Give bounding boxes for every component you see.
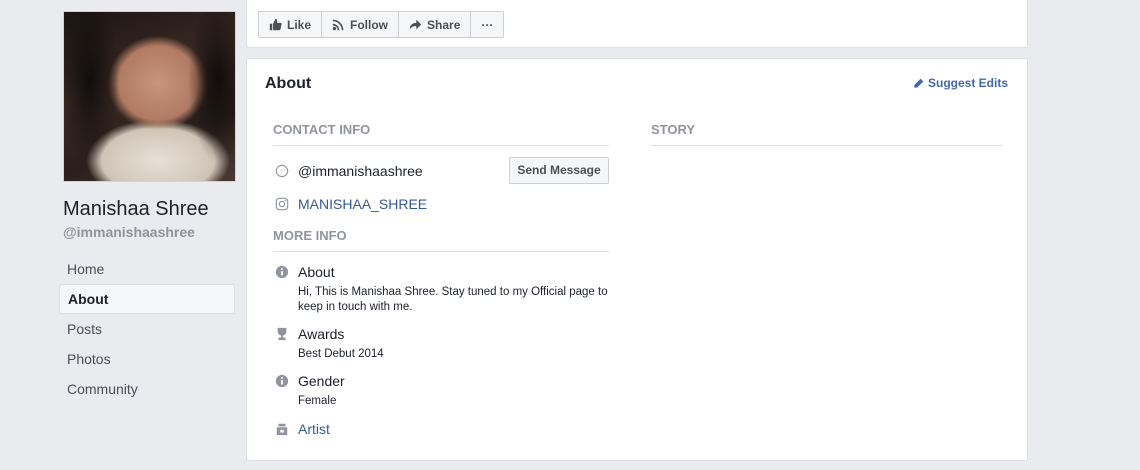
- story-heading: STORY: [651, 122, 1002, 146]
- nav-item-community[interactable]: Community: [59, 374, 235, 404]
- info-icon: [275, 265, 289, 279]
- right-margin: [1096, 0, 1140, 470]
- awards-text: Best Debut 2014: [298, 348, 384, 360]
- more-options-button[interactable]: ···: [471, 12, 503, 37]
- left-nav: Home About Posts Photos Community: [59, 254, 235, 404]
- nav-item-about[interactable]: About: [59, 284, 235, 314]
- pencil-icon: [914, 78, 924, 88]
- awards-label: Awards: [298, 326, 345, 342]
- info-icon: [275, 374, 289, 388]
- like-label: Like: [287, 17, 312, 32]
- share-button[interactable]: Share: [399, 12, 472, 37]
- follow-button[interactable]: Follow: [322, 12, 400, 37]
- thumbs-up-icon: [269, 18, 282, 31]
- follow-label: Follow: [350, 17, 389, 32]
- more-ellipsis: ···: [481, 17, 494, 32]
- category-icon: [276, 423, 288, 436]
- nav-item-posts[interactable]: Posts: [59, 314, 235, 344]
- gender-text: Female: [298, 395, 337, 407]
- suggest-edits-label: Suggest Edits: [927, 76, 1008, 90]
- category-row: Artist: [275, 421, 330, 437]
- category-link[interactable]: Artist: [298, 421, 330, 437]
- like-button[interactable]: Like: [259, 12, 323, 37]
- more-info-heading: MORE INFO: [273, 228, 609, 252]
- messenger-icon: [275, 164, 289, 178]
- share-label: Share: [427, 17, 461, 32]
- contact-info-heading: CONTACT INFO: [273, 122, 609, 146]
- about-title: About: [265, 75, 312, 92]
- share-arrow-icon: [409, 19, 422, 30]
- about-info-row: About Hi, This is Manishaa Shree. Stay t…: [275, 264, 615, 315]
- messenger-handle: @immanishaashree: [298, 163, 423, 179]
- nav-item-photos[interactable]: Photos: [59, 344, 235, 374]
- profile-name[interactable]: Manishaa Shree: [63, 198, 209, 221]
- action-bar: Like Follow Share ···: [258, 11, 505, 38]
- send-message-button[interactable]: Send Message: [509, 157, 609, 184]
- gender-row: Gender Female: [275, 373, 345, 409]
- instagram-link[interactable]: MANISHAA_SHREE: [298, 196, 427, 212]
- trophy-icon: [277, 327, 287, 341]
- suggest-edits-link[interactable]: Suggest Edits: [913, 76, 1008, 90]
- rss-follow-icon: [332, 19, 344, 31]
- instagram-icon: [275, 197, 289, 211]
- page-actions-card: Like Follow Share ···: [246, 0, 1028, 48]
- about-text: Hi, This is Manishaa Shree. Stay tuned t…: [298, 286, 608, 313]
- about-label: About: [298, 264, 335, 280]
- about-card: About Suggest Edits CONTACT INFO STORY @…: [246, 58, 1028, 461]
- profile-photo[interactable]: [63, 11, 236, 182]
- instagram-row: MANISHAA_SHREE: [275, 196, 427, 212]
- nav-item-home[interactable]: Home: [59, 254, 235, 284]
- gender-label: Gender: [298, 373, 345, 389]
- messenger-row: @immanishaashree: [275, 163, 423, 179]
- profile-handle: @immanishaashree: [63, 224, 195, 240]
- awards-row: Awards Best Debut 2014: [275, 326, 384, 362]
